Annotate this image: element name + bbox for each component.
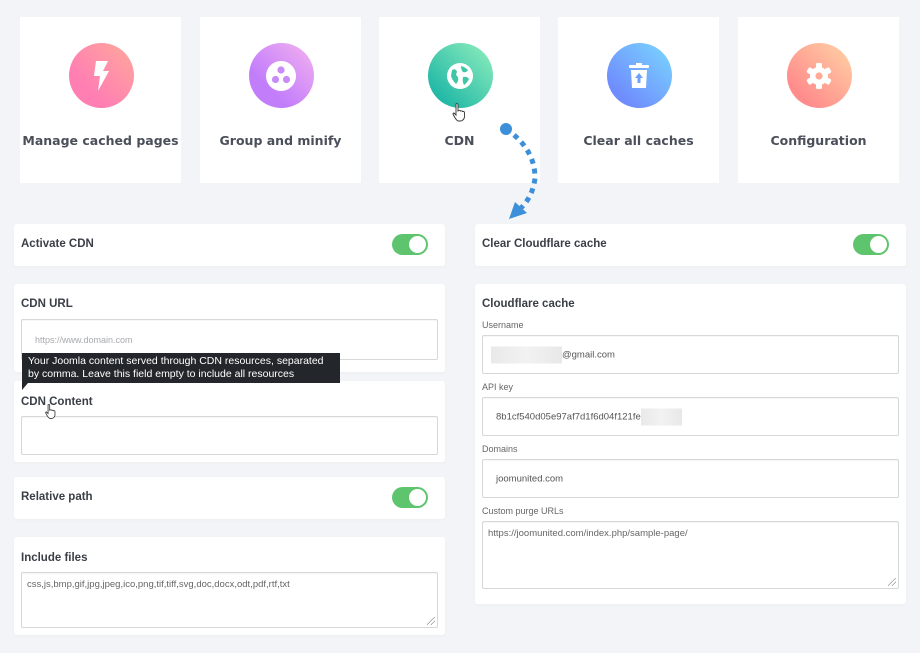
tile-group-and-minify[interactable]: Group and minify: [200, 17, 361, 183]
include-files-value: css,js,bmp,gif,jpg,jpeg,ico,png,tif,tiff…: [27, 579, 290, 590]
dotted-arrow-annotation: [500, 123, 538, 219]
api-key-label: API key: [482, 382, 514, 392]
relative-path-toggle[interactable]: [392, 487, 428, 508]
include-files-textarea[interactable]: css,js,bmp,gif,jpg,jpeg,ico,png,tif,tiff…: [21, 572, 438, 628]
tile-label: Manage cached pages: [22, 133, 179, 148]
cdn-url-placeholder: https://www.domain.com: [35, 334, 133, 345]
include-files-label: Include files: [21, 552, 88, 564]
tile-label: Clear all caches: [583, 133, 694, 148]
custom-purge-urls-label: Custom purge URLs: [482, 506, 564, 516]
relative-path-label: Relative path: [21, 491, 93, 503]
tile-label: Group and minify: [219, 133, 342, 148]
username-label: Username: [482, 320, 524, 330]
clear-cloudflare-card: Clear Cloudflare cache: [475, 224, 906, 266]
domains-input[interactable]: joomunited.com: [482, 459, 899, 498]
cdn-content-input[interactable]: [21, 416, 438, 455]
custom-purge-urls-value: https://joomunited.com/index.php/sample-…: [488, 528, 688, 539]
hand-cursor-icon: [45, 403, 56, 419]
username-input[interactable]: @gmail.com: [482, 335, 899, 374]
lightning-icon: [68, 43, 134, 108]
trash-icon: [606, 43, 672, 108]
tile-clear-all-caches[interactable]: Clear all caches: [558, 17, 719, 183]
activate-cdn-card: Activate CDN: [14, 224, 445, 266]
globe-icon: [427, 43, 493, 108]
clear-cloudflare-toggle[interactable]: [853, 234, 889, 255]
cdn-url-label: CDN URL: [21, 298, 73, 310]
api-key-value: 8b1cf540d05e97af7d1f6d04f121fe: [496, 411, 641, 423]
redacted-blur: [640, 408, 682, 425]
redacted-blur: [491, 346, 562, 363]
tile-label: Configuration: [770, 133, 867, 148]
tile-configuration[interactable]: Configuration: [738, 17, 899, 183]
tile-manage-cached-pages[interactable]: Manage cached pages: [20, 17, 181, 183]
activate-cdn-label: Activate CDN: [21, 238, 94, 250]
cloudflare-cache-card: Cloudflare cache Username @gmail.com API…: [475, 284, 906, 604]
include-files-card: Include files css,js,bmp,gif,jpg,jpeg,ic…: [14, 537, 445, 635]
username-value: @gmail.com: [562, 349, 615, 361]
api-key-input[interactable]: 8b1cf540d05e97af7d1f6d04f121fe: [482, 397, 899, 436]
relative-path-card: Relative path: [14, 477, 445, 519]
clear-cloudflare-label: Clear Cloudflare cache: [482, 238, 607, 250]
gear-icon: [786, 43, 852, 108]
activate-cdn-toggle[interactable]: [392, 234, 428, 255]
cdn-content-card: CDN Content: [14, 381, 445, 462]
domains-label: Domains: [482, 444, 518, 454]
resize-handle[interactable]: [888, 578, 896, 586]
cloudflare-cache-title: Cloudflare cache: [482, 298, 575, 310]
custom-purge-urls-textarea[interactable]: https://joomunited.com/index.php/sample-…: [482, 521, 899, 589]
hand-cursor-icon: [452, 103, 465, 122]
domains-value: joomunited.com: [496, 473, 564, 484]
group-dots-icon: [248, 43, 314, 108]
cdn-content-tooltip: Your Joomla content served through CDN r…: [22, 353, 340, 390]
resize-handle[interactable]: [427, 617, 435, 625]
